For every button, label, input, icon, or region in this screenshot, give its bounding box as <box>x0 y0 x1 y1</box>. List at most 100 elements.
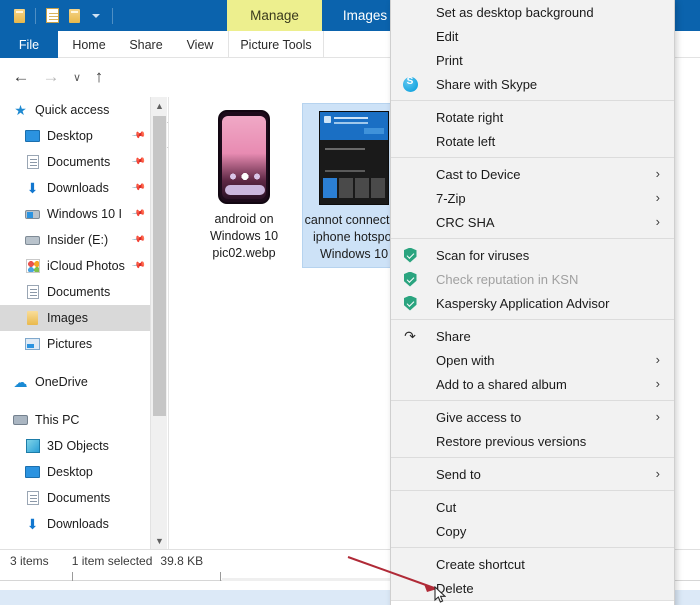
shield-icon <box>402 271 418 287</box>
menu-item-label: Scan for viruses <box>436 247 530 263</box>
documents-icon <box>24 284 41 301</box>
forward-icon[interactable]: → <box>40 66 62 88</box>
tab-picture-tools[interactable]: Picture Tools <box>228 31 324 58</box>
navigation-scrollbar[interactable]: ▲ ▼ <box>150 97 167 549</box>
menu-item-label: Open with <box>436 352 495 368</box>
sidebar-item-documents[interactable]: Documents <box>0 485 150 511</box>
menu-item-label: Cast to Device <box>436 166 521 182</box>
menu-item-scan-for-viruses[interactable]: Scan for viruses <box>391 243 674 267</box>
mouse-cursor <box>434 586 446 603</box>
menu-item-label: Give access to <box>436 409 522 425</box>
menu-item-create-shortcut[interactable]: Create shortcut <box>391 552 674 576</box>
menu-item-label: Cut <box>436 499 457 515</box>
sidebar-item-insider-e[interactable]: Insider (E:) 📌 <box>0 227 150 253</box>
sidebar-item-quick-access[interactable]: ★ Quick access <box>0 97 150 123</box>
sidebar-item-documents[interactable]: Documents 📌 <box>0 149 150 175</box>
sidebar-item-label: Quick access <box>35 103 110 117</box>
sidebar-item-pictures[interactable]: Pictures <box>0 331 150 357</box>
sidebar-item-3d-objects[interactable]: 3D Objects <box>0 433 150 459</box>
pin-icon[interactable]: 📌 <box>131 206 146 221</box>
sidebar-item-windows-10-i[interactable]: Windows 10 I 📌 <box>0 201 150 227</box>
sidebar-item-downloads[interactable]: ⬇ Downloads 📌 <box>0 175 150 201</box>
scroll-down-icon[interactable]: ▼ <box>151 532 168 549</box>
menu-item-copy[interactable]: Copy <box>391 519 674 543</box>
window-title: Images <box>342 8 388 23</box>
menu-item-restore-previous-versions[interactable]: Restore previous versions <box>391 429 674 453</box>
downloads-icon: ⬇ <box>26 516 39 532</box>
scroll-up-icon[interactable]: ▲ <box>151 97 168 114</box>
dropdown-caret-icon[interactable] <box>85 4 107 28</box>
menu-separator <box>391 319 674 320</box>
sidebar-item-label: Downloads <box>47 517 109 531</box>
chevron-right-icon: › <box>655 190 660 205</box>
menu-item-give-access-to[interactable]: Give access to › <box>391 405 674 429</box>
navigation-pane[interactable]: ★ Quick access Desktop 📌 Documents 📌 ⬇ Download… <box>0 97 150 549</box>
documents-icon <box>24 490 41 507</box>
tab-share[interactable]: Share <box>120 31 172 58</box>
pin-icon[interactable]: 📌 <box>131 154 146 169</box>
downloads-icon: ⬇ <box>26 180 39 196</box>
sidebar-item-icloud-photos[interactable]: iCloud Photos 📌 <box>0 253 150 279</box>
sidebar-item-onedrive[interactable]: ☁ OneDrive <box>0 369 150 395</box>
tab-home[interactable]: Home <box>62 31 116 58</box>
menu-item-rotate-right[interactable]: Rotate right <box>391 105 674 129</box>
this-pc-icon <box>12 412 29 429</box>
menu-item-rotate-left[interactable]: Rotate left <box>391 129 674 153</box>
menu-item-add-to-a-shared-album[interactable]: Add to a shared album › <box>391 372 674 396</box>
chevron-right-icon: › <box>655 214 660 229</box>
pin-icon[interactable]: 📌 <box>131 232 146 247</box>
quick-access-toolbar <box>0 0 118 31</box>
sidebar-item-label: iCloud Photos <box>47 259 125 273</box>
up-icon[interactable]: ↑ <box>88 66 110 88</box>
sidebar-item-documents[interactable]: Documents <box>0 279 150 305</box>
tab-file[interactable]: File <box>0 31 58 58</box>
menu-item-share-with-skype[interactable]: Share with Skype <box>391 72 674 96</box>
chevron-right-icon: › <box>655 352 660 367</box>
menu-item-open-with[interactable]: Open with › <box>391 348 674 372</box>
sidebar-item-images[interactable]: Images <box>0 305 150 331</box>
pin-icon[interactable]: 📌 <box>131 180 146 195</box>
menu-item-print[interactable]: Print <box>391 48 674 72</box>
properties-icon[interactable] <box>41 4 63 28</box>
pin-icon[interactable]: 📌 <box>131 128 146 143</box>
menu-item-label: Send to <box>436 466 481 482</box>
menu-item-label: Print <box>436 52 463 68</box>
sidebar-item-desktop[interactable]: Desktop <box>0 459 150 485</box>
scrollbar-thumb[interactable] <box>153 116 166 416</box>
menu-item-7-zip[interactable]: 7-Zip › <box>391 186 674 210</box>
menu-separator <box>391 547 674 548</box>
3d-objects-icon <box>24 438 41 455</box>
skype-icon <box>402 76 418 92</box>
pin-icon[interactable]: 📌 <box>131 258 146 273</box>
icloud-photos-icon <box>24 258 41 275</box>
menu-item-kaspersky-application-advisor[interactable]: Kaspersky Application Advisor <box>391 291 674 315</box>
menu-item-edit[interactable]: Edit <box>391 24 674 48</box>
sidebar-item-this-pc[interactable]: This PC <box>0 407 150 433</box>
sidebar-item-downloads[interactable]: ⬇ Downloads <box>0 511 150 537</box>
menu-item-set-as-desktop-background[interactable]: Set as desktop background <box>391 0 674 24</box>
file-item[interactable]: android on Windows 10 pic02.webp <box>192 103 296 262</box>
menu-item-cast-to-device[interactable]: Cast to Device › <box>391 162 674 186</box>
menu-item-label: Restore previous versions <box>436 433 587 449</box>
context-menu[interactable]: Set as desktop background Edit Print Share … <box>390 0 675 605</box>
folder-icon[interactable] <box>8 4 30 28</box>
chevron-right-icon: › <box>655 466 660 481</box>
recent-locations-icon[interactable]: ∨ <box>66 66 88 88</box>
menu-item-crc-sha[interactable]: CRC SHA › <box>391 210 674 234</box>
folder-icon <box>24 310 41 327</box>
new-folder-icon[interactable] <box>63 4 85 28</box>
status-size: 39.8 KB <box>160 554 204 568</box>
menu-item-send-to[interactable]: Send to › <box>391 462 674 486</box>
back-icon[interactable]: ← <box>10 66 32 88</box>
contextual-tab-group-manage[interactable]: Manage <box>227 0 322 31</box>
sidebar-item-label: Documents <box>47 491 111 505</box>
tab-view[interactable]: View <box>176 31 224 58</box>
windows-screenshot-thumbnail <box>319 111 389 205</box>
menu-item-share[interactable]: ↷ Share <box>391 324 674 348</box>
menu-item-label: Add to a shared album <box>436 376 567 392</box>
chevron-right-icon: › <box>655 166 660 181</box>
menu-item-cut[interactable]: Cut <box>391 495 674 519</box>
sidebar-item-desktop[interactable]: Desktop 📌 <box>0 123 150 149</box>
